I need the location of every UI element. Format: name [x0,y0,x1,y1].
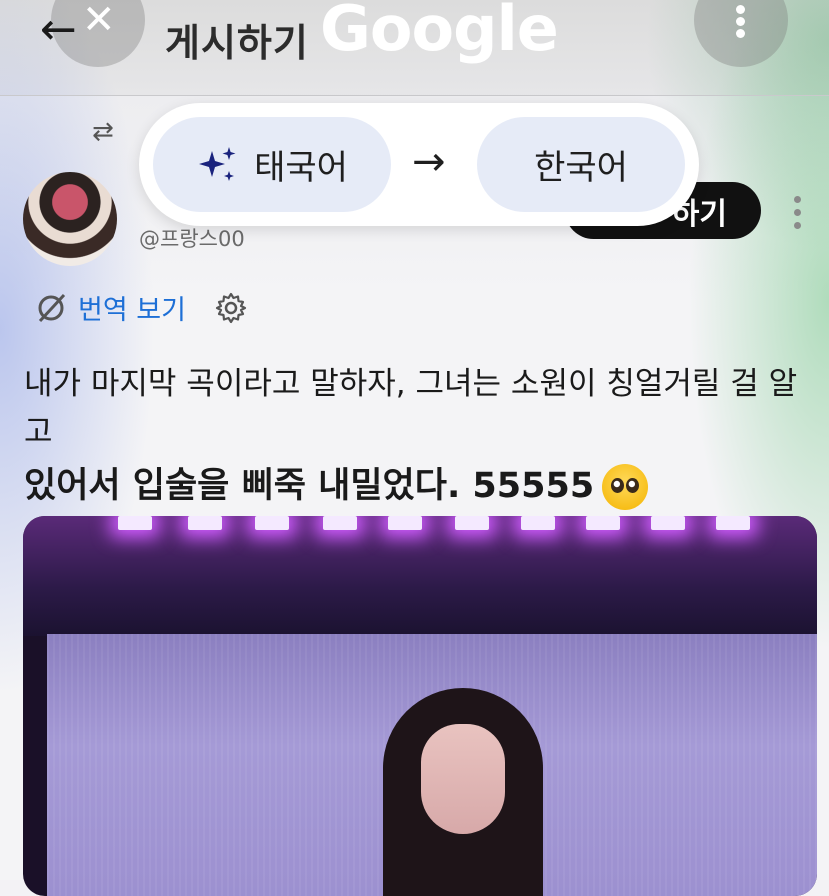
stage-lights [23,516,817,636]
post-text: 내가 마지막 곡이라고 말하자, 그녀는 소원이 칭얼거릴 걸 알고 있어서 입… [24,360,814,516]
divider [0,95,829,96]
post-text-line-2: 있어서 입술을 삐죽 내밀었다. 55555 [24,466,595,506]
repost-icon: ⇄ [92,117,114,147]
translate-row: 번역 보기 [34,288,248,327]
close-icon[interactable]: ✕ [82,0,116,44]
performer [383,688,543,896]
gear-icon[interactable] [214,291,248,325]
target-language-chip[interactable]: 한국어 [477,117,685,212]
post-text-line: 내가 마지막 곡이라고 말하자, 그녀는 소원이 칭얼거릴 걸 알고 [24,366,798,450]
user-handle[interactable]: @프랑스00 [139,223,245,253]
source-language-label: 태국어 [254,148,348,188]
source-language-chip[interactable]: 태국어 [153,117,391,212]
post-image[interactable] [23,516,817,896]
post-more-icon[interactable] [794,196,801,235]
target-language-label: 한국어 [534,148,628,188]
more-vert-icon[interactable] [694,0,788,67]
translate-off-icon [38,293,66,322]
pleading-face-emoji-icon [602,464,649,510]
view-translation-link[interactable]: 번역 보기 [78,288,186,327]
google-logo: Google [320,0,559,65]
avatar[interactable] [23,172,117,266]
arrow-right-icon: → [412,139,446,185]
page-title: 게시하기 [165,21,309,65]
translate-language-bar: 태국어 → 한국어 [139,103,699,226]
arrow-left-icon[interactable]: ← [40,8,77,52]
sparkle-icon [199,146,236,181]
post-text-line: 있어서 입술을 삐죽 내밀었다. 55555 [24,456,814,516]
top-bar: ← ✕ 게시하기 Google [0,0,829,96]
